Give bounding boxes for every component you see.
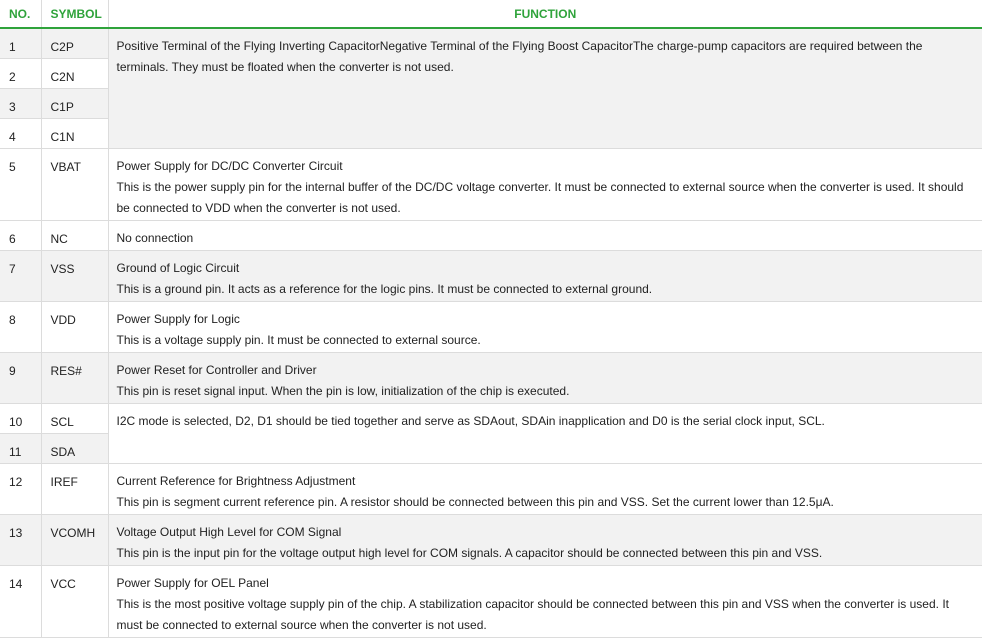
table-header: NO. SYMBOL FUNCTION — [0, 0, 982, 29]
pin-function: Ground of Logic Circuit This is a ground… — [108, 250, 982, 302]
table-row: 5 VBAT Power Supply for DC/DC Converter … — [0, 148, 982, 221]
table-row: 12 IREF Current Reference for Brightness… — [0, 463, 982, 515]
pin-number: 6 — [0, 220, 42, 251]
pin-symbol: VDD — [41, 301, 109, 353]
pin-number: 7 — [0, 250, 42, 302]
pin-number: 2 — [0, 58, 42, 89]
function-title: Positive Terminal of the Flying Invertin… — [116, 39, 923, 74]
pin-function-table: NO. SYMBOL FUNCTION 1 C2P Positive Termi… — [0, 0, 982, 638]
pin-function: Power Reset for Controller and Driver Th… — [108, 352, 982, 404]
pin-number: 4 — [0, 118, 42, 149]
pin-function: Power Supply for Logic This is a voltage… — [108, 301, 982, 353]
pin-function: I2C mode is selected, D2, D1 should be t… — [108, 403, 982, 464]
pin-number: 11 — [0, 433, 42, 464]
function-title: No connection — [116, 231, 194, 245]
pin-number: 5 — [0, 148, 42, 221]
pin-symbol: IREF — [41, 463, 109, 515]
pin-symbol: C2N — [41, 58, 109, 89]
pin-function: Current Reference for Brightness Adjustm… — [108, 463, 982, 515]
table-row: 9 RES# Power Reset for Controller and Dr… — [0, 352, 982, 404]
pin-symbol: RES# — [41, 352, 109, 404]
pin-function: Positive Terminal of the Flying Invertin… — [108, 28, 982, 149]
pin-function: Voltage Output High Level for COM Signal… — [108, 514, 982, 566]
pin-symbol: SCL — [41, 403, 109, 434]
table-row: 6 NC No connection — [0, 220, 982, 251]
table-row: 1 C2P Positive Terminal of the Flying In… — [0, 28, 982, 149]
pin-symbol: VCOMH — [41, 514, 109, 566]
pin-number: 12 — [0, 463, 42, 515]
function-title: Current Reference for Brightness Adjustm… — [116, 474, 356, 488]
function-description: This pin is reset signal input. When the… — [116, 384, 570, 398]
table-row: 8 VDD Power Supply for Logic This is a v… — [0, 301, 982, 353]
pin-symbol: C1P — [41, 88, 109, 119]
function-title: Ground of Logic Circuit — [116, 261, 240, 275]
table-row: 14 VCC Power Supply for OEL Panel This i… — [0, 565, 982, 638]
header-function: FUNCTION — [108, 0, 982, 29]
function-title: Power Supply for DC/DC Converter Circuit — [116, 159, 343, 173]
function-title: Power Supply for OEL Panel — [116, 576, 269, 590]
pin-function: Power Supply for OEL Panel This is the m… — [108, 565, 982, 638]
pin-number: 9 — [0, 352, 42, 404]
pin-number: 8 — [0, 301, 42, 353]
pin-symbol: SDA — [41, 433, 109, 464]
pin-symbol: VBAT — [41, 148, 109, 221]
pin-number: 10 — [0, 403, 42, 434]
pin-symbol: C2P — [41, 28, 109, 59]
pin-number: 14 — [0, 565, 42, 638]
pin-function: Power Supply for DC/DC Converter Circuit… — [108, 148, 982, 221]
pin-symbol: VSS — [41, 250, 109, 302]
header-no: NO. — [0, 0, 42, 29]
function-title: Power Reset for Controller and Driver — [116, 363, 317, 377]
header-symbol: SYMBOL — [41, 0, 109, 29]
pin-symbol: VCC — [41, 565, 109, 638]
function-title: Voltage Output High Level for COM Signal — [116, 525, 342, 539]
function-description: This pin is the input pin for the voltag… — [116, 546, 823, 560]
function-description: This is a voltage supply pin. It must be… — [116, 333, 481, 347]
function-description: This is the power supply pin for the int… — [116, 180, 964, 215]
function-title: I2C mode is selected, D2, D1 should be t… — [116, 414, 825, 428]
pin-symbol: NC — [41, 220, 109, 251]
pin-number: 1 — [0, 28, 42, 59]
pin-number: 3 — [0, 88, 42, 119]
pin-symbol: C1N — [41, 118, 109, 149]
pin-function: No connection — [108, 220, 982, 251]
table-row: 13 VCOMH Voltage Output High Level for C… — [0, 514, 982, 566]
function-description: This is the most positive voltage supply… — [116, 597, 950, 632]
table-row: 10 SCL I2C mode is selected, D2, D1 shou… — [0, 403, 982, 464]
table-row: 7 VSS Ground of Logic Circuit This is a … — [0, 250, 982, 302]
function-description: This pin is segment current reference pi… — [116, 495, 834, 509]
function-title: Power Supply for Logic — [116, 312, 240, 326]
function-description: This is a ground pin. It acts as a refer… — [116, 282, 653, 296]
pin-number: 13 — [0, 514, 42, 566]
